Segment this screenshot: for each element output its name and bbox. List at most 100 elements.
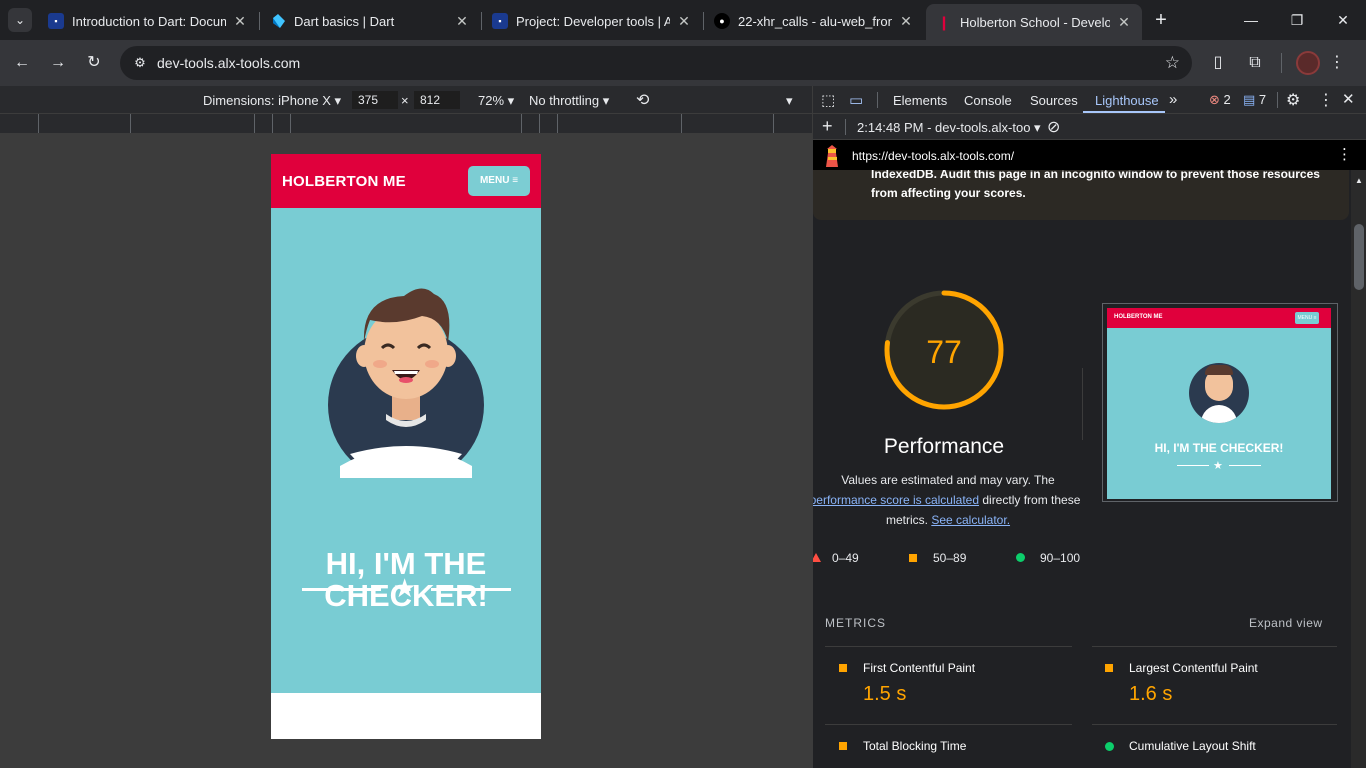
lighthouse-report: IndexedDB. Audit this page in an incogni… [813,170,1351,768]
address-url[interactable]: dev-tools.alx-tools.com [157,55,300,71]
tab-dart-basics[interactable]: Dart basics | Dart ✕ [260,6,480,36]
tab-console[interactable]: Console [964,93,1012,108]
minimize-button[interactable]: — [1239,8,1263,32]
width-input[interactable]: 375 [352,91,398,109]
lighthouse-toolbar: + 2:14:48 PM - dev-tools.alx-too ▾ ⊘ [813,114,1366,140]
clear-reports-icon[interactable]: ⊘ [1047,117,1060,137]
close-tab-icon[interactable]: ✕ [232,13,248,29]
more-tabs-button[interactable]: » [1169,91,1177,108]
final-screenshot-thumbnail[interactable]: HOLBERTON ME MENU ≡ HI, I'M THE CHECKER!… [1102,303,1338,502]
ruler-tick [290,114,291,133]
restore-button[interactable]: ❐ [1285,8,1309,32]
profile-avatar[interactable] [1296,51,1320,75]
tab-holberton-active[interactable]: ❙ Holberton School - Develop ✕ [926,4,1142,40]
site-brand[interactable]: HOLBERTON ME [282,173,406,190]
desc-line: performance score is calculated directly… [813,490,1083,510]
message-icon: ▤ [1243,92,1256,107]
dart-favicon-icon [270,13,286,29]
tab-search-button[interactable]: ⌄ [8,8,32,32]
inspect-element-icon[interactable]: ⬚ [821,91,835,109]
arrow-right-icon: → [50,54,66,71]
tab-lighthouse[interactable]: Lighthouse [1095,93,1159,108]
device-options-dropdown[interactable]: ▾ [786,93,793,109]
score-value: 77 [926,334,962,370]
hero-divider-line [302,588,381,591]
dimensions-dropdown[interactable]: Dimensions: iPhone X ▾ [203,93,341,109]
throttling-dropdown[interactable]: No throttling ▾ [529,93,609,109]
see-calculator-link[interactable]: See calculator. [931,513,1010,527]
score-calculated-link[interactable]: performance score is calculated [813,493,979,507]
new-report-plus-icon[interactable]: + [822,116,833,137]
page-icon-button[interactable]: ▯ [1206,51,1230,75]
device-toggle-icon[interactable]: ▭ [849,91,863,109]
minimize-icon: — [1244,12,1258,28]
tab-elements[interactable]: Elements [893,93,947,108]
report-run-dropdown[interactable]: 2:14:48 PM - dev-tools.alx-too ▾ [857,120,1041,136]
message-count-badge[interactable]: ▤ 7 [1243,92,1266,108]
performance-score-gauge[interactable]: 77 [882,288,1006,412]
thumbnail-shirt [1201,405,1237,423]
lighthouse-logo-icon [826,145,838,167]
report-menu-icon[interactable]: ⋮ [1337,145,1352,163]
tab-dart-intro[interactable]: ▪ Introduction to Dart: Docum ✕ [38,6,258,36]
ruler-tick [38,114,39,133]
forward-button[interactable]: → [46,51,70,75]
close-tab-icon[interactable]: ✕ [454,13,470,29]
close-tab-icon[interactable]: ✕ [1116,14,1132,30]
scroll-up-arrow-icon[interactable]: ▲ [1355,176,1363,185]
rotate-icon[interactable]: ⟲ [636,90,649,110]
desc-text: metrics. [885,513,932,527]
close-tab-icon[interactable]: ✕ [898,13,914,29]
settings-gear-icon[interactable]: ⚙ [1286,90,1300,110]
message-count: 7 [1258,92,1267,107]
throttling-label: No throttling [529,93,600,108]
address-bar[interactable]: ⚙ dev-tools.alx-tools.com ☆ [120,46,1192,80]
metric-divider [825,646,1072,647]
report-url-bar: https://dev-tools.alx-tools.com/ ⋮ [813,140,1366,170]
times-sign: × [401,93,409,108]
metric-tbt-label: Total Blocking Time [863,739,967,753]
report-url[interactable]: https://dev-tools.alx-tools.com/ [852,149,1014,163]
browser-menu-button[interactable]: ⋮ [1325,51,1349,75]
zoom-dropdown[interactable]: 72% ▾ [478,93,514,109]
ruler-tick [557,114,558,133]
back-button[interactable]: ← [10,51,34,75]
expand-view-toggle[interactable]: Expand view [1249,616,1323,630]
site-settings-icon[interactable]: ⚙ [128,51,152,75]
score-description: Values are estimated and may vary. The p… [813,470,1083,530]
extensions-button[interactable]: ⧉ [1243,51,1267,75]
new-tab-button[interactable]: + [1150,9,1172,31]
warning-text: IndexedDB. Audit this page in an incogni… [871,170,1331,203]
desc-line: Values are estimated and may vary. The [841,473,1055,487]
report-scrollbar[interactable]: ▲ [1351,170,1366,768]
close-tab-icon[interactable]: ✕ [676,13,692,29]
alx-favicon-icon: ▪ [48,13,64,29]
close-window-button[interactable]: ✕ [1331,8,1355,32]
tab-sources[interactable]: Sources [1030,93,1078,108]
zoom-label: 72% [478,93,505,108]
thumbnail-brand: HOLBERTON ME [1114,314,1163,320]
ruler-tick [681,114,682,133]
tab-title: 22-xhr_calls - alu-web_front_ [738,13,892,29]
star-icon: ★ [393,573,417,603]
ruler-tick [773,114,774,133]
error-count-badge[interactable]: ⊗ 2 [1209,92,1231,108]
metrics-heading: METRICS [825,616,886,630]
pass-circle-icon [1105,742,1114,751]
close-devtools-icon[interactable]: ✕ [1342,90,1355,108]
tab-project-devtools[interactable]: ▪ Project: Developer tools | AL ✕ [482,6,702,36]
ruler-tick [521,114,522,133]
devtools-menu-icon[interactable]: ⋮ [1318,90,1334,110]
scrollbar-thumb[interactable] [1354,224,1364,290]
metric-divider [1092,646,1337,647]
phone-screen: HOLBERTON ME MENU ≡ HI, I'M THE CHECKER! [271,154,541,739]
thumbnail-line [1229,465,1261,466]
menu-button[interactable]: MENU ≡ [468,166,530,196]
height-input[interactable]: 812 [414,91,460,109]
reload-button[interactable]: ↻ [82,51,106,75]
error-count: 2 [1223,92,1231,107]
desc-line: metrics. See calculator. [813,510,1083,530]
metric-lcp-label: Largest Contentful Paint [1129,661,1258,675]
tab-github-xhr[interactable]: ● 22-xhr_calls - alu-web_front_ ✕ [704,6,924,36]
bookmark-star-icon[interactable]: ☆ [1165,51,1180,75]
